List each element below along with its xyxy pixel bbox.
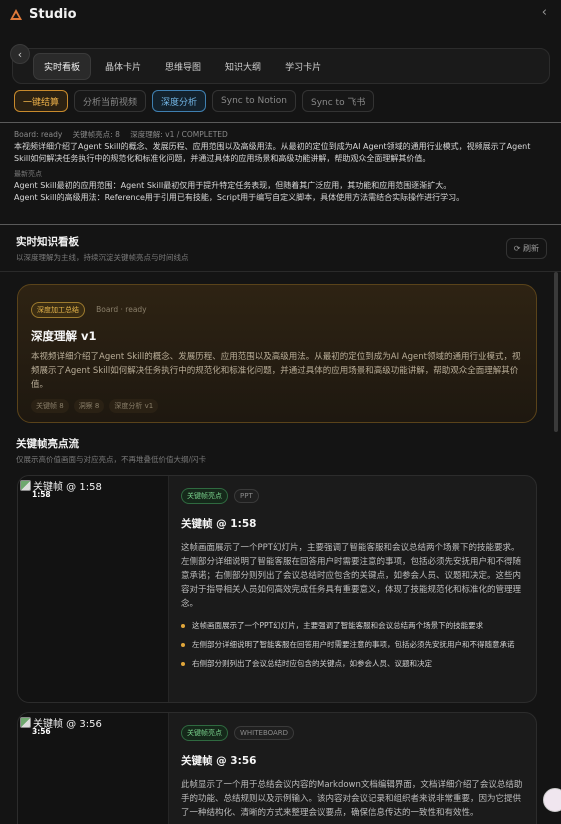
section-divider [0,271,561,272]
tag-insights: 洞察 8 [73,399,105,413]
deep-card-title: 深度理解 v1 [31,329,97,343]
analyze-video-button[interactable]: 分析当前视频 [74,90,147,112]
timestamp-badge: 3:56 [32,727,51,736]
keyframe-description: 此帧显示了一个用于总结会议内容的Markdown文档编辑界面，文档详细介绍了会议… [181,780,523,818]
frame-type-badge: WHITEBOARD [234,726,295,740]
floating-assistant-button[interactable] [543,788,561,812]
keyframe-bullets: 这帧画面展示了一个PPT幻灯片，主要强调了智能客服和会议总结两个场景下的技能要求… [181,620,524,670]
collapse-panel-button[interactable]: ‹ [542,5,547,20]
studio-logo-icon [10,8,22,20]
broken-image-icon [20,480,31,491]
tab-knowledge-outline[interactable]: 知识大纲 [215,54,271,79]
refresh-label: 刷新 [523,244,539,253]
broken-image-icon [20,717,31,728]
one-click-settle-button[interactable]: 一键结算 [14,90,69,112]
keyframe-thumbnail[interactable]: 关键帧 @ 1:58 1:58 [18,476,169,702]
refresh-button[interactable]: ⟳ 刷新 [505,238,547,259]
frame-type-badge: PPT [234,489,259,503]
tag-keyframes: 关键帧 8 [31,399,69,413]
back-button[interactable]: ‹ [10,44,30,64]
tab-crystal-cards[interactable]: 晶体卡片 [95,54,151,79]
bullet-dot-icon [181,662,185,666]
tag-deep-version: 深度分析 v1 [109,399,159,413]
deep-card-meta: Board · ready [96,305,147,314]
highlight-item: Agent Skill的高级用法：Reference用于引用已有技能，Scrip… [14,193,465,202]
refresh-icon: ⟳ [513,244,521,253]
knowledge-board-title: 实时知识看板 [16,236,79,248]
keyframe-card[interactable]: 关键帧 @ 1:58 1:58 关键帧亮点 PPT 关键帧 @ 1:58 这帧画… [17,475,537,703]
keyframe-description: 这帧画面展示了一个PPT幻灯片，主要强调了智能客服和会议总结两个场景下的技能要求… [181,543,522,609]
timestamp-badge: 1:58 [32,490,51,499]
keyframe-title: 关键帧 @ 3:56 [181,755,257,767]
knowledge-board-header: 实时知识看板 以深度理解为主线，持续沉淀关键帧亮点与时间线点 [16,234,189,263]
deep-summary-badge: 深度加工总结 [31,302,85,318]
bullet-dot-icon [181,624,185,628]
keyframe-body: 关键帧亮点 WHITEBOARD 关键帧 @ 3:56 此帧显示了一个用于总结会… [169,713,536,824]
deep-understanding-card: 深度加工总结 Board · ready 深度理解 v1 本视频详细介绍了Age… [17,284,537,423]
status-line: Board: ready 关键帧亮点: 8 深度理解: v1 / COMPLET… [14,129,547,141]
board-status: Board: ready [14,130,63,139]
status-panel: Board: ready 关键帧亮点: 8 深度理解: v1 / COMPLET… [0,122,561,225]
tab-mind-map[interactable]: 思维导图 [155,54,211,79]
scrollbar[interactable] [554,272,558,432]
deep-card-body: 本视频详细介绍了Agent Skill的概念、发展历程、应用范围以及高级用法。从… [31,352,521,390]
list-item: 左侧部分详细说明了智能客服在回答用户时需要注意的事项，包括必须先安抚用户和不得随… [181,639,524,651]
keyframe-body: 关键帧亮点 PPT 关键帧 @ 1:58 这帧画面展示了一个PPT幻灯片，主要强… [169,476,536,702]
keyframe-card[interactable]: 关键帧 @ 3:56 3:56 关键帧亮点 WHITEBOARD 关键帧 @ 3… [17,712,537,824]
keyframe-stream-title: 关键帧亮点流 [16,438,79,450]
keyframe-title: 关键帧 @ 1:58 [181,518,257,530]
keyframe-badge: 关键帧亮点 [181,725,228,741]
view-tabs: 实时看板 晶体卡片 思维导图 知识大纲 学习卡片 [12,48,550,84]
keyframe-badge: 关键帧亮点 [181,488,228,504]
app-header: Studio ‹ [0,0,561,28]
highlights-label: 最新亮点 [14,170,42,178]
sync-notion-button[interactable]: Sync to Notion [212,90,296,112]
action-bar: 一键结算 分析当前视频 深度分析 Sync to Notion Sync to … [14,90,375,112]
keyframe-stream-subtitle: 仅展示高价值画面与对应亮点，不再堆叠低价值大纲/闪卡 [16,455,207,464]
keyframe-thumbnail[interactable]: 关键帧 @ 3:56 3:56 [18,713,169,824]
tab-study-cards[interactable]: 学习卡片 [275,54,331,79]
deep-card-tags: 关键帧 8 洞察 8 深度分析 v1 [31,399,523,413]
understanding-status: 深度理解: v1 / COMPLETED [130,130,228,139]
summary-text: 本视频详细介绍了Agent Skill的概念、发展历程、应用范围以及高级用法。从… [14,142,531,163]
tab-live-board[interactable]: 实时看板 [33,52,92,80]
list-item: 右侧部分则列出了会议总结时应包含的关键点，如参会人员、议题和决定 [181,658,524,670]
deep-analysis-button[interactable]: 深度分析 [152,90,207,112]
sync-feishu-button[interactable]: Sync to 飞书 [301,90,375,112]
list-item: 这帧画面展示了一个PPT幻灯片，主要强调了智能客服和会议总结两个场景下的技能要求 [181,620,524,632]
keyframe-stream-header: 关键帧亮点流 仅展示高价值画面与对应亮点，不再堆叠低价值大纲/闪卡 [16,436,206,465]
frames-count: 关键帧亮点: 8 [72,130,120,139]
app-title: Studio [29,6,77,22]
bullet-dot-icon [181,643,185,647]
highlight-item: Agent Skill最初的应用范围：Agent Skill最初仅用于提升特定任… [14,181,452,190]
knowledge-board-subtitle: 以深度理解为主线，持续沉淀关键帧亮点与时间线点 [16,253,189,262]
